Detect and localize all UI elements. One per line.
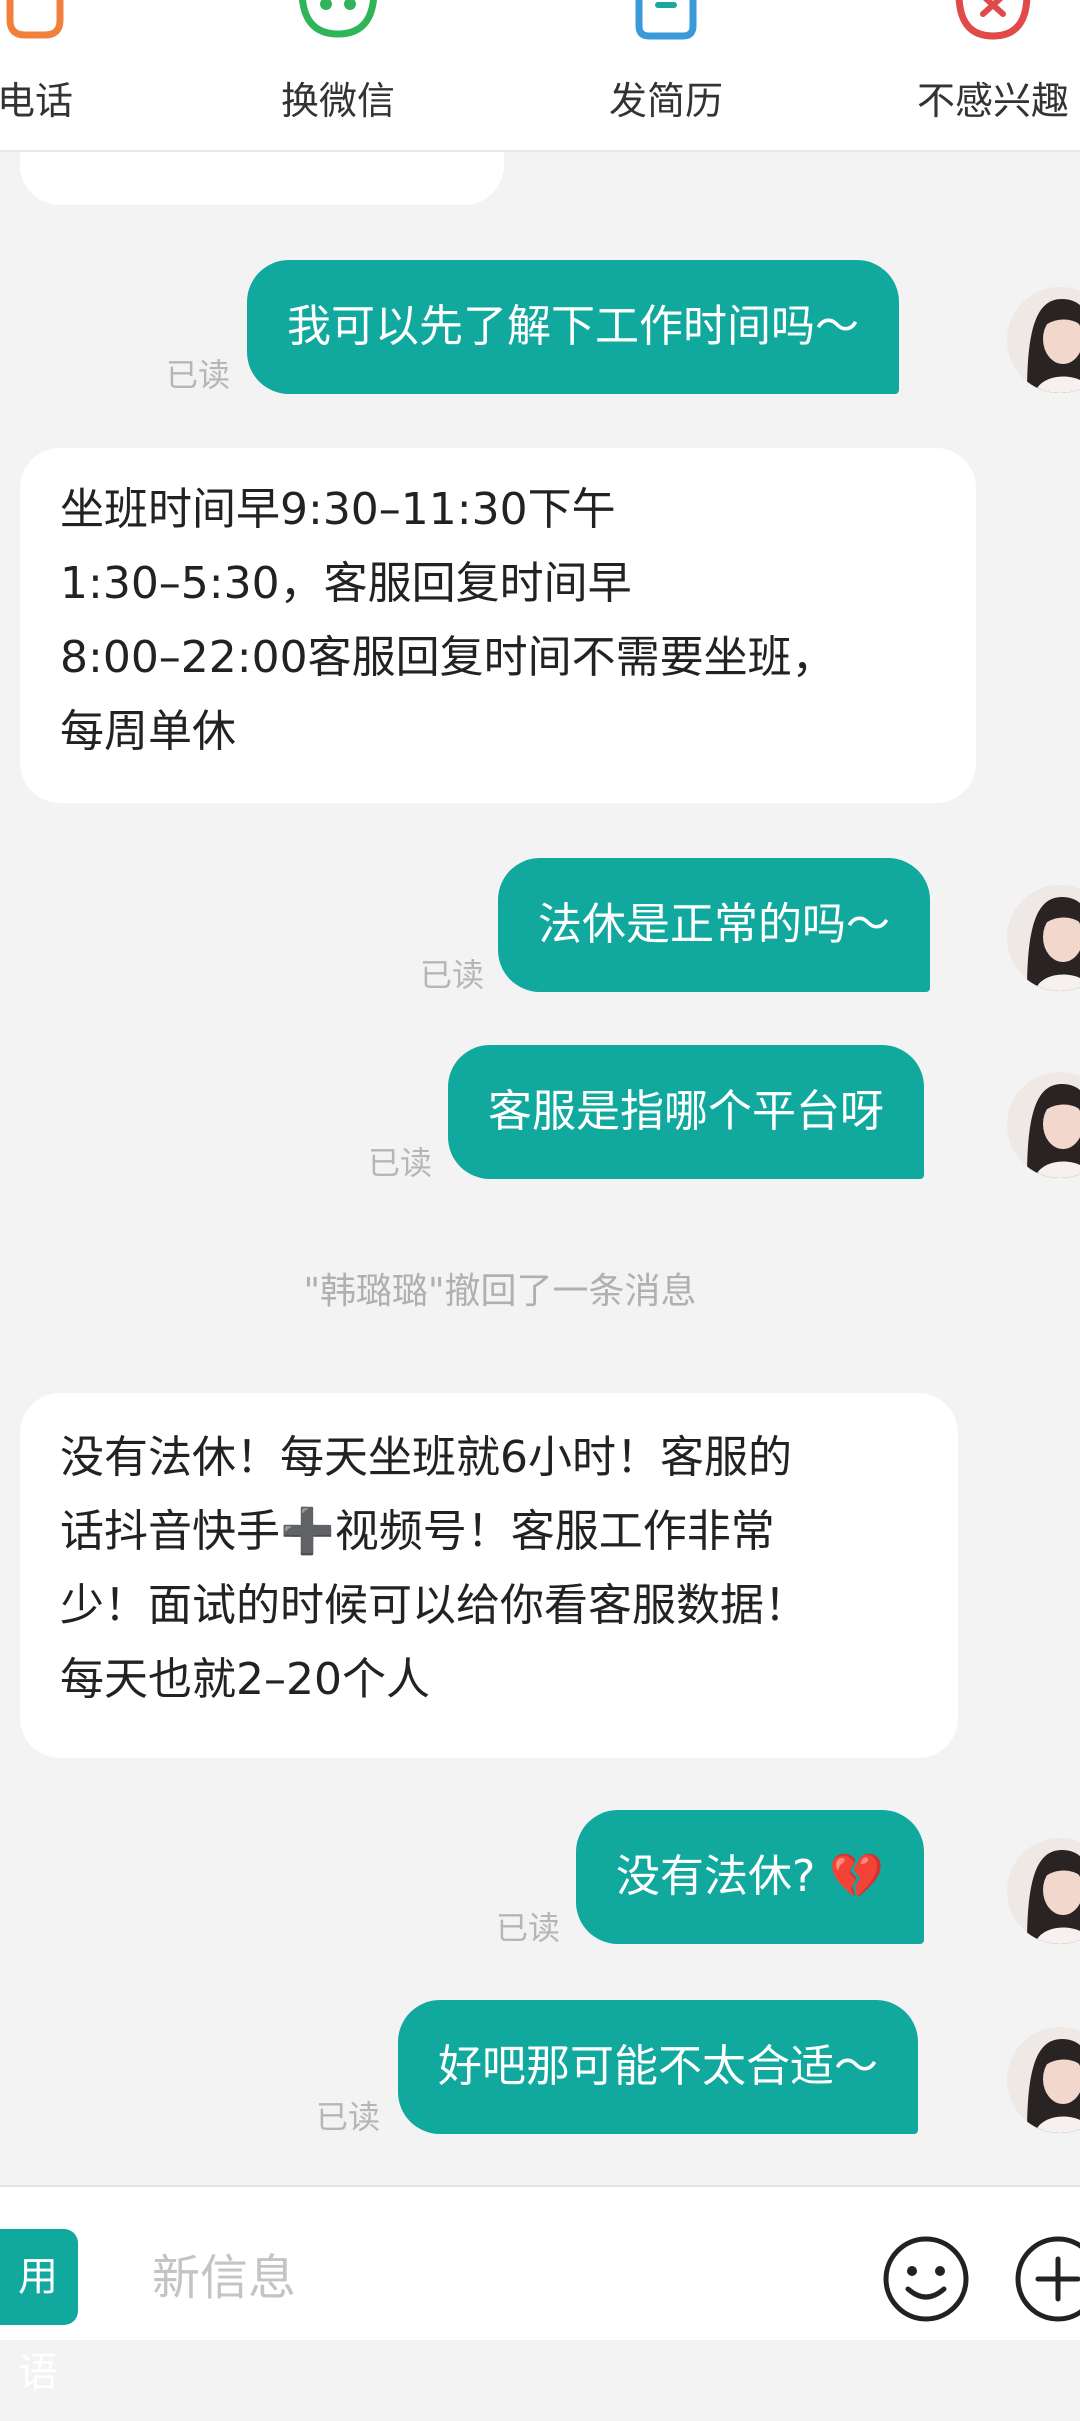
avatar[interactable] (1007, 1072, 1080, 1178)
message-text: 法休是正常的吗～ (538, 899, 890, 950)
more-button[interactable] (1012, 2233, 1080, 2325)
message-line: 没有法休！每天坐班就6小时！客服的 (60, 1432, 792, 1483)
phone-icon (0, 0, 70, 54)
emoji-button[interactable] (880, 2233, 972, 2325)
read-receipt: 已读 (368, 1144, 433, 1182)
message-text: 没有法休? 💔 (616, 1851, 885, 1902)
outgoing-message[interactable]: 好吧那可能不太合适～ (398, 2000, 918, 2134)
avatar[interactable] (1007, 1838, 1080, 1944)
message-line: 每周单休 (60, 706, 236, 757)
outgoing-message[interactable]: 客服是指哪个平台呀 (448, 1045, 924, 1179)
read-receipt: 已读 (166, 356, 231, 394)
message-line: 每天也就2–20个人 (60, 1654, 430, 1705)
outgoing-message[interactable]: 没有法休? 💔 (576, 1810, 925, 1944)
avatar[interactable] (1007, 2027, 1080, 2133)
avatar[interactable] (1007, 287, 1080, 393)
message-line: 话抖音快手➕视频号！客服工作非常 (60, 1506, 775, 1557)
read-receipt: 已读 (420, 956, 485, 994)
message-text: 好吧那可能不太合适～ (438, 2041, 878, 2092)
avatar[interactable] (1007, 885, 1080, 991)
incoming-message[interactable]: 坐班时间早9:30–11:30下午 1:30–5:30，客服回复时间早 8:00… (20, 448, 976, 803)
phone-action[interactable]: 电话 (0, 0, 155, 150)
outgoing-message[interactable]: 我可以先了解下工作时间吗～ (247, 260, 899, 394)
composer-bar: 用语 (0, 2185, 1080, 2396)
read-receipt: 已读 (496, 1909, 561, 1947)
action-bar: 电话 换微信 发简历 不感兴趣 (0, 0, 1080, 152)
not-interested-action[interactable]: 不感兴趣 (873, 0, 1080, 150)
recall-notice: "韩璐璐"撤回了一条消息 (303, 1271, 697, 1312)
plus-icon (1012, 2236, 1080, 2329)
read-receipt: 已读 (316, 2098, 381, 2136)
close-circle-icon (953, 0, 1033, 54)
message-line: 少！面试的时候可以给你看客服数据！ (60, 1580, 808, 1631)
not-interested-label: 不感兴趣 (916, 79, 1069, 123)
chat-area: 已读 我可以先了解下工作时间吗～ 坐班时间早9:30–11:30下午 1:30–… (0, 0, 1080, 2185)
swap-wechat-action[interactable]: 换微信 (218, 0, 458, 150)
send-resume-label: 发简历 (608, 79, 723, 123)
outgoing-message[interactable]: 法休是正常的吗～ (498, 858, 930, 992)
message-text: 我可以先了解下工作时间吗～ (287, 301, 859, 352)
send-resume-action[interactable]: 发简历 (546, 0, 786, 150)
message-line: 1:30–5:30，客服回复时间早 (60, 558, 632, 609)
resume-icon (631, 0, 701, 54)
emoji-icon (880, 2236, 972, 2329)
message-line: 8:00–22:00客服回复时间不需要坐班， (60, 632, 836, 683)
message-text: 客服是指哪个平台呀 (488, 1086, 884, 1137)
swap-wechat-label: 换微信 (280, 79, 395, 123)
phone-label: 电话 (0, 79, 73, 123)
message-line: 坐班时间早9:30–11:30下午 (60, 484, 616, 535)
wechat-icon (298, 0, 378, 54)
common-phrases-button[interactable]: 用语 (0, 2229, 78, 2396)
incoming-message[interactable]: 没有法休！每天坐班就6小时！客服的 话抖音快手➕视频号！客服工作非常 少！面试的… (20, 1393, 958, 1758)
message-input[interactable] (150, 2227, 854, 2329)
